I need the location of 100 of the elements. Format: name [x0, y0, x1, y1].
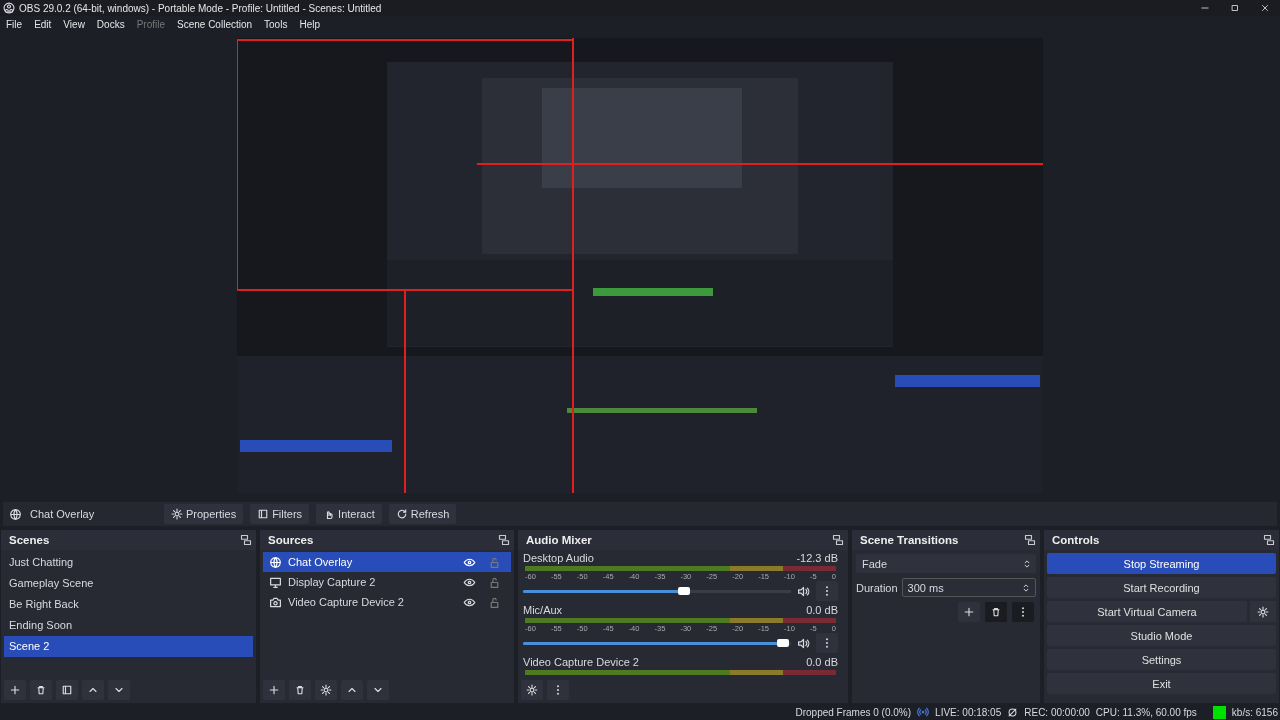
control-button[interactable]: Studio Mode — [1047, 625, 1276, 646]
camera-icon — [269, 595, 282, 609]
channel-name: Mic/Aux — [523, 604, 563, 617]
add-button[interactable] — [263, 680, 285, 700]
globe-icon — [9, 507, 22, 521]
channel-menu-button[interactable] — [816, 581, 838, 601]
add-icon — [268, 684, 280, 696]
speaker-icon — [797, 636, 810, 650]
app-logo-icon — [3, 2, 15, 14]
source-item[interactable]: Chat Overlay — [263, 552, 511, 572]
menu-item[interactable]: Help — [299, 18, 320, 30]
spinner-icon — [1021, 582, 1031, 593]
bitrate: kb/s: 6156 — [1231, 706, 1278, 718]
menu-item[interactable]: Edit — [34, 18, 52, 30]
undock-icon — [1024, 534, 1036, 546]
transition-dropdown[interactable]: Fade — [856, 554, 1036, 573]
remove-button[interactable] — [289, 680, 311, 700]
monitor-icon — [269, 575, 282, 589]
source-label: Display Capture 2 — [288, 576, 377, 588]
add-icon — [963, 606, 975, 618]
spinner-icon — [1022, 558, 1032, 569]
control-button[interactable]: Exit — [1047, 673, 1276, 694]
source-item[interactable]: Display Capture 2 — [263, 572, 511, 592]
gear-icon — [171, 508, 183, 520]
menu-item[interactable]: View — [63, 18, 85, 30]
menu-item[interactable]: Docks — [96, 18, 125, 30]
scene-item[interactable]: Ending Soon — [4, 615, 253, 636]
source-label: Chat Overlay — [288, 556, 354, 568]
duration-label: Duration — [856, 581, 898, 594]
volume-reading: 0.0 dB — [806, 656, 838, 669]
move-up-button[interactable] — [341, 680, 363, 700]
volume-reading: 0.0 dB — [806, 604, 838, 617]
control-button[interactable]: Start Virtual Camera — [1047, 601, 1247, 622]
channel-name: Desktop Audio — [523, 552, 594, 565]
remove-button[interactable] — [985, 602, 1007, 622]
globe-icon — [269, 555, 282, 569]
move-down-button[interactable] — [367, 680, 389, 700]
filter-icon — [61, 684, 73, 696]
toolbar-button[interactable]: Refresh — [388, 504, 457, 524]
maximize-icon — [1230, 3, 1240, 13]
menu-item[interactable]: Tools — [264, 18, 288, 30]
close-icon — [1260, 3, 1270, 13]
source-name: Chat Overlay — [30, 508, 96, 520]
trash-icon — [35, 684, 47, 696]
menu-item[interactable]: Scene Collection — [177, 18, 253, 30]
panel-title: Sources — [268, 534, 314, 546]
channel-menu-button[interactable] — [816, 633, 838, 653]
rec-time: REC: 00:00:00 — [1024, 706, 1090, 718]
record-icon — [1007, 706, 1019, 718]
scene-item[interactable]: Scene 2 — [4, 636, 253, 657]
trash-icon — [294, 684, 306, 696]
cpu-usage: CPU: 11.3%, 60.00 fps — [1095, 706, 1197, 718]
gear-icon — [526, 684, 538, 696]
scene-item[interactable]: Just Chatting — [4, 552, 253, 573]
undock-icon — [832, 534, 844, 546]
volume-slider[interactable] — [523, 639, 791, 647]
menu-item[interactable]: File — [6, 18, 23, 30]
settings-button[interactable] — [521, 680, 543, 700]
broadcast-icon — [917, 706, 930, 718]
panel-title: Scenes — [9, 534, 50, 546]
filter-button[interactable] — [56, 680, 78, 700]
settings-button[interactable] — [315, 680, 337, 700]
gear-icon — [1257, 605, 1269, 618]
add-icon — [9, 684, 21, 696]
settings-button[interactable] — [1250, 601, 1276, 622]
live-time: LIVE: 00:18:05 — [935, 706, 1002, 718]
dropped-frames: Dropped Frames 0 (0.0%) — [795, 706, 912, 718]
duration-field[interactable]: 300 ms — [901, 578, 1036, 597]
panel-title: Audio Mixer — [526, 534, 592, 546]
undock-icon — [498, 534, 510, 546]
more-button[interactable] — [547, 680, 569, 700]
source-item[interactable]: Video Capture Device 2 — [263, 592, 511, 612]
window-title: OBS 29.0.2 (64-bit, windows) - Portable Mode - Profile: Untitled - Scenes: Untitled — [19, 2, 382, 14]
undock-icon — [1263, 534, 1275, 546]
panel-title: Controls — [1052, 534, 1100, 546]
refresh-icon — [395, 508, 408, 520]
control-button[interactable]: Stop Streaming — [1047, 553, 1276, 574]
add-button[interactable] — [958, 602, 980, 622]
trash-icon — [990, 606, 1002, 618]
stream-health-indicator — [1212, 705, 1226, 719]
more-button[interactable] — [1012, 602, 1034, 622]
volume-reading: -12.3 dB — [796, 552, 838, 565]
move-up-button[interactable] — [82, 680, 104, 700]
toolbar-button[interactable]: Interact — [316, 504, 382, 524]
panel-title: Scene Transitions — [860, 534, 959, 546]
move-down-button[interactable] — [108, 680, 130, 700]
filter-icon — [257, 508, 270, 520]
scene-item[interactable]: Be Right Back — [4, 594, 253, 615]
toolbar-button[interactable]: Properties — [164, 504, 244, 524]
channel-name: Video Capture Device 2 — [523, 656, 639, 669]
control-button[interactable]: Settings — [1047, 649, 1276, 670]
remove-button[interactable] — [30, 680, 52, 700]
control-button[interactable]: Start Recording — [1047, 577, 1276, 598]
source-label: Video Capture Device 2 — [288, 596, 405, 608]
toolbar-button[interactable]: Filters — [250, 504, 310, 524]
gear-icon — [320, 684, 332, 696]
speaker-icon — [797, 584, 810, 598]
scene-item[interactable]: Gameplay Scene — [4, 573, 253, 594]
undock-icon — [240, 534, 252, 546]
add-button[interactable] — [4, 680, 26, 700]
